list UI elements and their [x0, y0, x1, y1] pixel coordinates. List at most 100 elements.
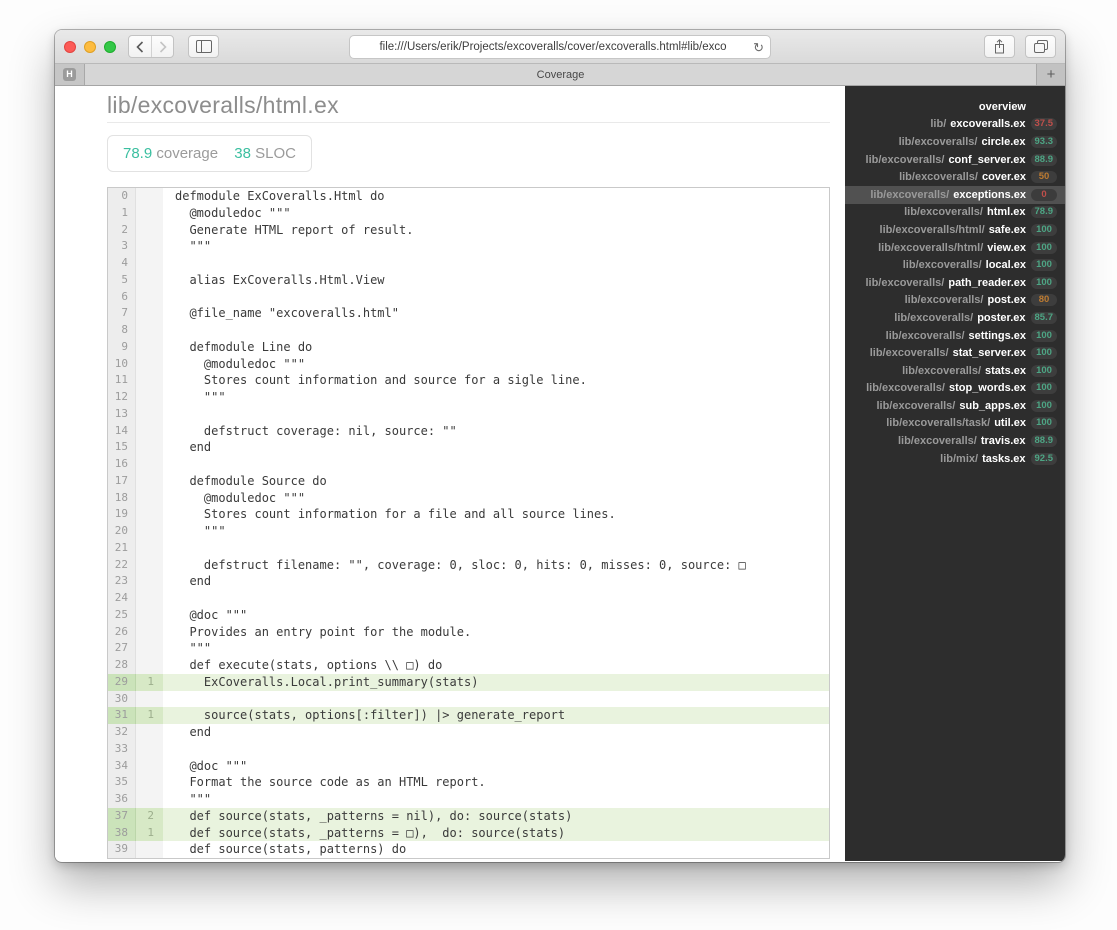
- hit-count: [136, 271, 163, 289]
- sidebar-file-item[interactable]: lib/excoveralls/sub_apps.ex 100: [845, 397, 1065, 415]
- minimize-window-button[interactable]: [84, 40, 96, 53]
- sloc-value: 38: [234, 145, 251, 162]
- line-number: 27: [108, 640, 136, 657]
- line-number: 19: [108, 506, 136, 523]
- back-button[interactable]: [129, 36, 151, 57]
- hit-count: [136, 439, 163, 456]
- coverage-percent-pill: 100: [1031, 276, 1057, 289]
- sidebar-file-item[interactable]: lib/excoveralls/cover.ex 50: [845, 168, 1065, 186]
- source-text: [163, 540, 829, 557]
- new-tab-button[interactable]: +: [1037, 64, 1065, 85]
- code-line: 1 @moduledoc """: [108, 204, 829, 222]
- coverage-percent-pill: 88.9: [1030, 435, 1057, 448]
- coverage-percent-pill: 100: [1031, 347, 1057, 360]
- code-line: 7 @file_name "excoveralls.html": [108, 305, 829, 322]
- forward-button[interactable]: [151, 36, 173, 57]
- code-line: 17 defmodule Source do: [108, 472, 829, 490]
- line-number: 14: [108, 422, 136, 440]
- line-number: 20: [108, 523, 136, 540]
- hit-count: [136, 456, 163, 473]
- code-line: 23 end: [108, 573, 829, 590]
- file-directory: lib/excoveralls/: [904, 206, 983, 219]
- sidebar-file-item[interactable]: lib/excoveralls/path_reader.ex 100: [845, 274, 1065, 292]
- tab-coverage[interactable]: Coverage: [85, 64, 1037, 85]
- sidebar-file-item[interactable]: lib/excoveralls/html/safe.ex 100: [845, 221, 1065, 239]
- sidebar-toggle-button[interactable]: [188, 35, 219, 58]
- sidebar-file-item[interactable]: lib/excoveralls/html.ex 78.9: [845, 204, 1065, 222]
- sidebar-file-item[interactable]: lib/excoveralls/conf_server.ex 88.9: [845, 151, 1065, 169]
- source-text: @doc """: [175, 607, 248, 622]
- hit-count: [136, 590, 163, 607]
- address-bar[interactable]: file:///Users/erik/Projects/excoveralls/…: [349, 35, 771, 59]
- line-number: 33: [108, 740, 136, 758]
- sidebar-file-item[interactable]: lib/excoveralls/local.ex 100: [845, 256, 1065, 274]
- code-line: 3 """: [108, 238, 829, 255]
- close-window-button[interactable]: [64, 40, 76, 53]
- code-line: 25 @doc """: [108, 606, 829, 624]
- pinned-tab[interactable]: H: [55, 64, 85, 85]
- line-number: 6: [108, 288, 136, 306]
- source-text: [163, 741, 829, 758]
- source-text: defmodule Source do: [175, 473, 327, 488]
- coverage-percent-pill: 88.9: [1030, 153, 1057, 166]
- file-directory: lib/excoveralls/html/: [879, 223, 985, 236]
- show-tabs-button[interactable]: [1025, 35, 1056, 58]
- source-text: defmodule ExCoveralls.Html do: [175, 189, 385, 203]
- line-number: 37: [108, 807, 136, 825]
- sidebar-item-overview[interactable]: overview: [845, 98, 1065, 116]
- sidebar-file-item[interactable]: lib/excoveralls/travis.ex 88.9: [845, 432, 1065, 450]
- page-title: lib/excoveralls/html.ex: [107, 92, 830, 123]
- code-line: 22 defstruct filename: "", coverage: 0, …: [108, 556, 829, 574]
- sidebar-file-item[interactable]: lib/excoveralls/stop_words.ex 100: [845, 380, 1065, 398]
- line-number: 0: [108, 188, 136, 205]
- line-number: 25: [108, 606, 136, 624]
- reload-icon[interactable]: ↻: [753, 37, 764, 58]
- share-button[interactable]: [984, 35, 1015, 58]
- file-name: exceptions.ex: [953, 188, 1026, 201]
- hit-count: [136, 288, 163, 306]
- code-line: 6: [108, 288, 829, 306]
- line-number: 2: [108, 221, 136, 239]
- sidebar-file-item[interactable]: lib/excoveralls/stat_server.ex 100: [845, 344, 1065, 362]
- code-line: 12 """: [108, 389, 829, 406]
- line-number: 35: [108, 774, 136, 791]
- tabs-overview-icon: [1033, 40, 1048, 53]
- sidebar-file-item[interactable]: lib/excoveralls/settings.ex 100: [845, 327, 1065, 345]
- sidebar-file-item[interactable]: lib/excoveralls/poster.ex 85.7: [845, 309, 1065, 327]
- code-line: 20 """: [108, 523, 829, 540]
- hit-count: [136, 188, 163, 205]
- code-line: 30: [108, 690, 829, 708]
- sidebar-file-item[interactable]: lib/excoveralls.ex 37.5: [845, 116, 1065, 134]
- tab-title: Coverage: [536, 68, 585, 81]
- code-line: 9 defmodule Line do: [108, 338, 829, 356]
- zoom-window-button[interactable]: [104, 40, 116, 53]
- code-line: 24: [108, 590, 829, 607]
- coverage-percent-pill: 100: [1031, 417, 1057, 430]
- tab-bar: H Coverage +: [55, 64, 1065, 86]
- sidebar-file-item[interactable]: lib/excoveralls/task/util.ex 100: [845, 415, 1065, 433]
- source-text: [163, 406, 829, 423]
- code-line: 4: [108, 255, 829, 272]
- code-line: 31 1 source(stats, options[:filter]) |> g…: [108, 707, 829, 724]
- source-text: @moduledoc """: [175, 205, 291, 220]
- line-number: 18: [108, 489, 136, 507]
- code-line: 2 Generate HTML report of result.: [108, 221, 829, 239]
- sidebar-file-item[interactable]: lib/mix/tasks.ex 92.5: [845, 450, 1065, 468]
- source-text: defmodule Line do: [175, 339, 313, 354]
- code-line: 8: [108, 322, 829, 339]
- source-text: [163, 456, 829, 473]
- code-line: 14 defstruct coverage: nil, source: "": [108, 422, 829, 440]
- coverage-percent-pill: 93.3: [1030, 135, 1057, 148]
- source-text: Generate HTML report of result.: [175, 222, 414, 237]
- sidebar-file-item[interactable]: lib/excoveralls/post.ex 80: [845, 292, 1065, 310]
- line-number: 34: [108, 757, 136, 775]
- coverage-percent-pill: 100: [1031, 399, 1057, 412]
- sidebar-file-item[interactable]: lib/excoveralls/circle.ex 93.3: [845, 133, 1065, 151]
- line-number: 36: [108, 791, 136, 808]
- line-number: 38: [108, 824, 136, 842]
- hit-count: [136, 204, 163, 222]
- sidebar-file-item[interactable]: lib/excoveralls/stats.ex 100: [845, 362, 1065, 380]
- sidebar-file-item[interactable]: lib/excoveralls/html/view.ex 100: [845, 239, 1065, 257]
- sidebar-icon: [195, 40, 212, 53]
- sidebar-file-item[interactable]: lib/excoveralls/exceptions.ex 0: [845, 185, 1065, 204]
